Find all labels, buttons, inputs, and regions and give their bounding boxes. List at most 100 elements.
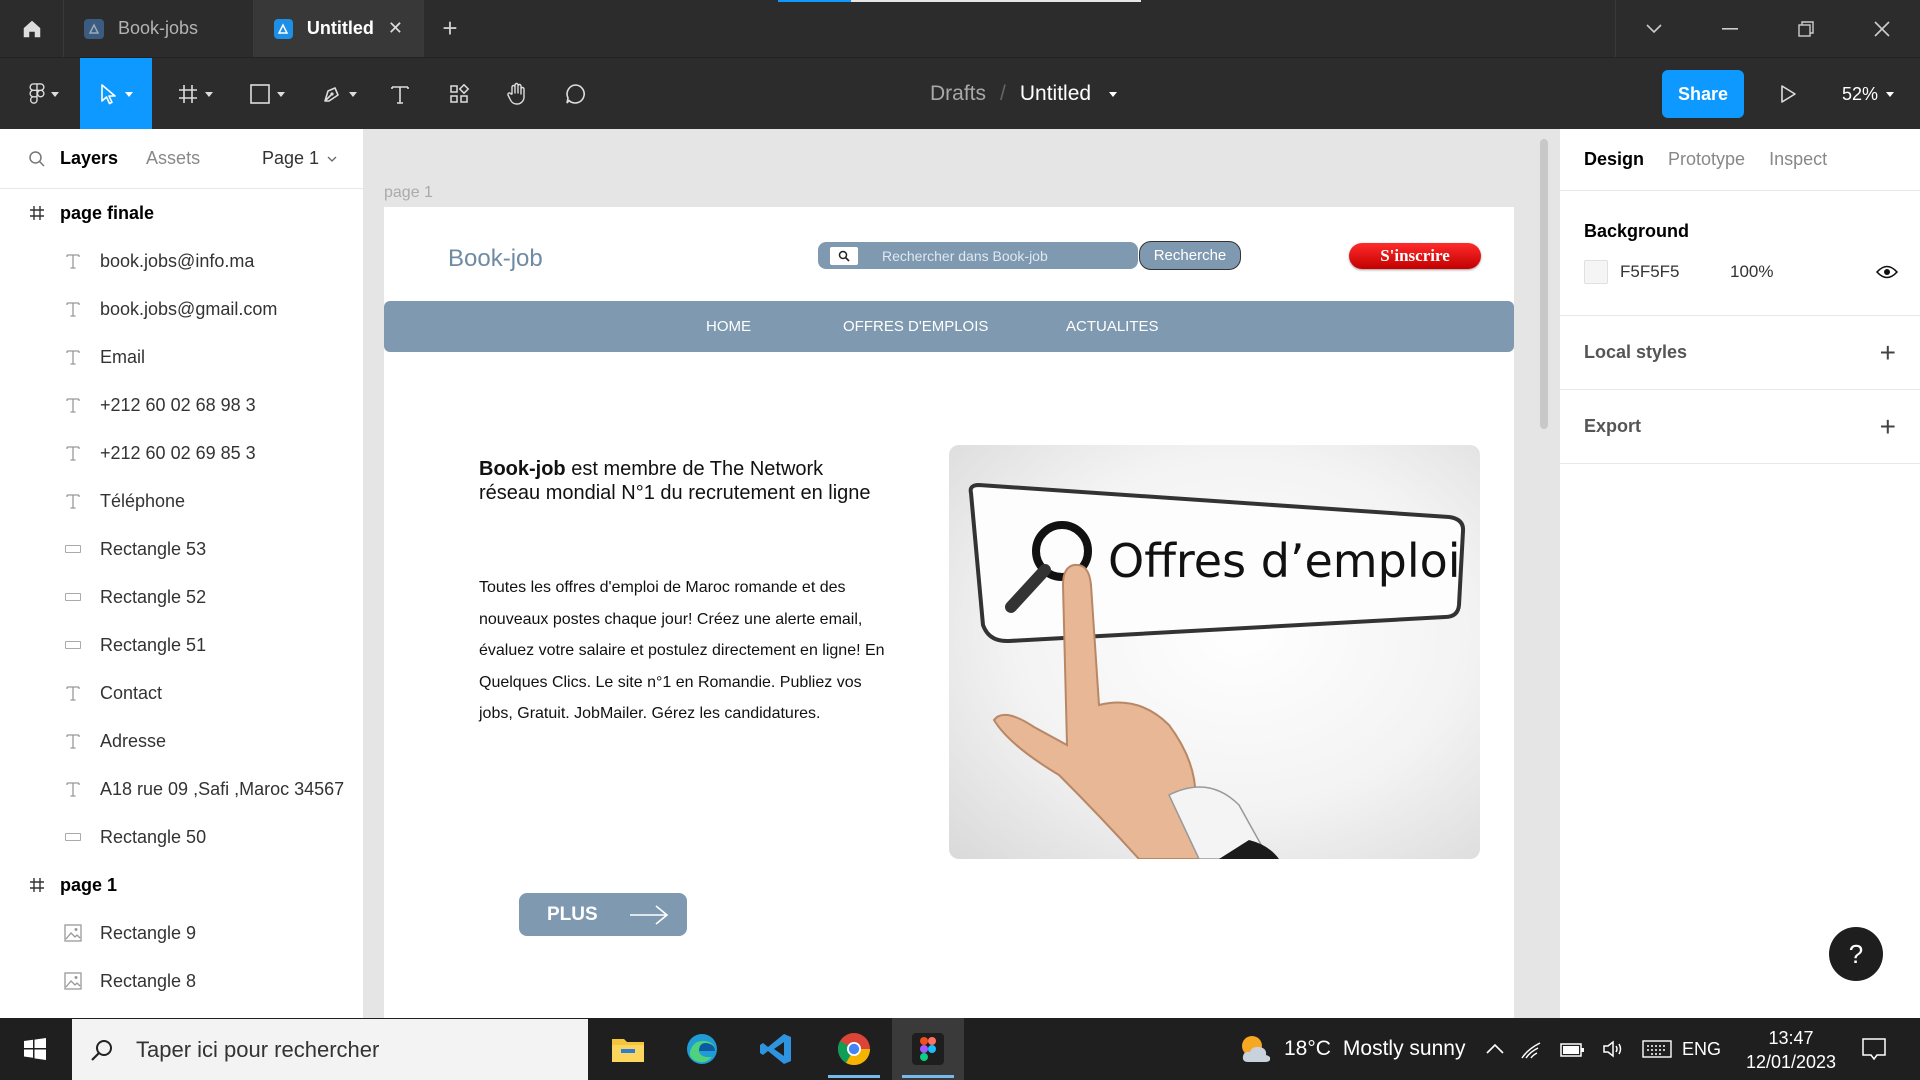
pen-tool[interactable] — [312, 58, 366, 130]
canvas[interactable]: page 1 Book-job Rechercher dans Book-job… — [364, 129, 1559, 1018]
frame-label[interactable]: page 1 — [384, 184, 433, 202]
taskbar-search-placeholder: Taper ici pour rechercher — [136, 1036, 380, 1062]
tab-design[interactable]: Design — [1584, 149, 1644, 170]
keyboard-icon[interactable] — [1642, 1039, 1672, 1059]
text-layer-icon — [64, 444, 82, 462]
present-button[interactable] — [1768, 58, 1808, 130]
frame-tool[interactable] — [168, 58, 222, 130]
wifi-icon[interactable] — [1520, 1039, 1544, 1059]
help-button[interactable]: ? — [1829, 927, 1883, 981]
tab-prototype[interactable]: Prototype — [1668, 149, 1745, 170]
rectangle-layer-icon — [64, 588, 82, 606]
tab-book-jobs[interactable]: Book-jobs — [64, 0, 254, 57]
edge-browser-app[interactable] — [666, 1018, 738, 1080]
shape-tool[interactable] — [240, 58, 294, 130]
layer-item[interactable]: Rectangle 52 — [0, 573, 363, 621]
tabs-menu-button[interactable] — [1616, 0, 1692, 57]
background-hex[interactable]: F5F5F5 — [1620, 262, 1730, 282]
zoom-menu[interactable]: 52% — [1842, 58, 1895, 130]
layer-item[interactable]: Rectangle 50 — [0, 813, 363, 861]
text-layer-icon — [64, 684, 82, 702]
layer-frame-page-1[interactable]: page 1 — [0, 861, 363, 909]
taskbar-search[interactable]: Taper ici pour rechercher — [72, 1019, 588, 1080]
add-style-plus-icon[interactable]: + — [1880, 338, 1896, 367]
comment-tool[interactable] — [558, 58, 594, 130]
site-search-bar[interactable]: Rechercher dans Book-job — [818, 242, 1138, 269]
layer-item[interactable]: Adresse — [0, 717, 363, 765]
background-opacity[interactable]: 100% — [1730, 262, 1773, 282]
restore-button[interactable] — [1768, 0, 1844, 57]
site-search-button[interactable]: Recherche — [1139, 241, 1241, 270]
text-layer-icon — [64, 396, 82, 414]
tab-untitled[interactable]: Untitled ✕ — [254, 0, 424, 57]
layer-item[interactable]: Rectangle 8 — [0, 957, 363, 1005]
rectangle-layer-icon — [64, 828, 82, 846]
layer-item[interactable]: Email — [0, 333, 363, 381]
signup-button[interactable]: S'inscrire — [1349, 243, 1481, 269]
pen-icon — [324, 87, 339, 102]
chrome-app[interactable] — [818, 1018, 890, 1080]
canvas-scrollbar[interactable] — [1540, 139, 1548, 429]
file-name[interactable]: Untitled — [1020, 82, 1091, 106]
close-tab-icon[interactable]: ✕ — [388, 18, 403, 39]
vscode-app[interactable] — [740, 1018, 812, 1080]
layer-item[interactable]: +212 60 02 68 98 3 — [0, 381, 363, 429]
layer-label: Rectangle 8 — [100, 970, 197, 991]
nav-item-actualites[interactable]: ACTUALITES — [1066, 301, 1159, 352]
layer-item[interactable]: Rectangle 51 — [0, 621, 363, 669]
background-swatch[interactable] — [1584, 260, 1608, 284]
chevron-down-icon — [349, 91, 357, 97]
layer-frame-page-finale[interactable]: page finale — [0, 189, 363, 237]
artboard-page-1[interactable]: Book-job Rechercher dans Book-job Recher… — [384, 207, 1514, 1018]
tab-assets[interactable]: Assets — [146, 148, 200, 169]
tab-inspect[interactable]: Inspect — [1769, 149, 1827, 170]
battery-icon[interactable] — [1560, 1040, 1586, 1058]
file-explorer-app[interactable] — [592, 1018, 664, 1080]
move-tool[interactable] — [80, 58, 152, 130]
windows-taskbar: Taper ici pour rechercher 18°C Mostly su… — [0, 1018, 1920, 1080]
tab-layers[interactable]: Layers — [60, 148, 118, 169]
more-button[interactable]: PLUS — [519, 893, 687, 936]
volume-icon[interactable] — [1602, 1039, 1626, 1059]
layer-item[interactable]: A18 rue 09 ,Safi ,Maroc 34567 — [0, 765, 363, 813]
new-tab-button[interactable]: + — [424, 0, 476, 57]
notifications-button[interactable] — [1846, 1018, 1902, 1080]
layer-item[interactable]: Rectangle 9 — [0, 909, 363, 957]
minimize-button[interactable] — [1692, 0, 1768, 57]
layer-item[interactable]: book.jobs@info.ma — [0, 237, 363, 285]
main-menu-button[interactable] — [14, 58, 74, 130]
close-window-button[interactable] — [1844, 0, 1920, 57]
folder-icon — [612, 1039, 644, 1062]
page-selector[interactable]: Page 1 — [262, 148, 337, 169]
text-layer-icon — [64, 780, 82, 798]
clock[interactable]: 13:47 12/01/2023 — [1736, 1026, 1846, 1074]
layer-item[interactable]: Contact — [0, 669, 363, 717]
export-section: Export + — [1560, 390, 1920, 464]
local-styles-section: Local styles + — [1560, 316, 1920, 390]
eye-icon[interactable] — [1876, 265, 1898, 279]
layer-item[interactable]: +212 60 02 69 85 3 — [0, 429, 363, 477]
hand-tool[interactable] — [499, 58, 535, 130]
add-export-plus-icon[interactable]: + — [1880, 412, 1896, 441]
chevron-up-icon[interactable] — [1486, 1043, 1504, 1055]
breadcrumb-drafts[interactable]: Drafts — [930, 82, 986, 106]
layer-label: +212 60 02 68 98 3 — [100, 394, 256, 415]
zoom-level: 52% — [1842, 83, 1879, 104]
layer-item[interactable]: Rectangle 53 — [0, 525, 363, 573]
share-button[interactable]: Share — [1662, 70, 1744, 118]
layer-item[interactable]: book.jobs@gmail.com — [0, 285, 363, 333]
start-button[interactable] — [0, 1018, 70, 1080]
search-icon[interactable] — [28, 150, 46, 168]
nav-item-offres[interactable]: OFFRES D'EMPLOIS — [843, 301, 988, 352]
resources-tool[interactable] — [441, 58, 477, 130]
input-language[interactable]: ENG — [1682, 1018, 1721, 1080]
page-selector-label: Page 1 — [261, 148, 319, 168]
chevron-down-icon[interactable] — [1109, 91, 1118, 97]
nav-item-home[interactable]: HOME — [706, 301, 751, 352]
layer-item[interactable]: Téléphone — [0, 477, 363, 525]
comment-bubble-icon — [566, 84, 585, 104]
weather-widget[interactable]: 18°C Mostly sunny — [1238, 1018, 1465, 1080]
home-button[interactable] — [0, 0, 64, 57]
figma-app[interactable] — [892, 1018, 964, 1080]
text-tool[interactable] — [382, 58, 418, 130]
